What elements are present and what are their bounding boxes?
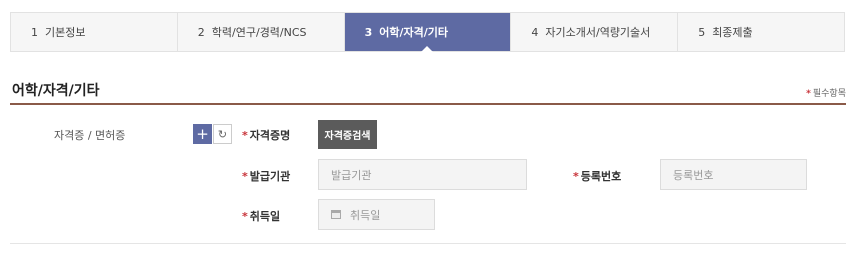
- acquired-date-label: * 취득일: [242, 208, 280, 224]
- issuer-input[interactable]: 발급기관: [318, 159, 527, 190]
- required-star-icon: *: [806, 89, 811, 99]
- step-label: 학력/연구/경력/NCS: [211, 26, 307, 39]
- step-navigation: 1 기본정보 2 학력/연구/경력/NCS 3 어학/자격/기타 4 자기소개서…: [10, 12, 845, 52]
- required-note: * 필수항목: [806, 86, 846, 99]
- step-number: 2: [197, 25, 205, 39]
- step-1[interactable]: 1 기본정보: [11, 13, 178, 51]
- step-number: 5: [698, 25, 706, 39]
- step-label: 자기소개서/역량기술서: [545, 26, 651, 39]
- cert-name-label: * 자격증명: [242, 127, 290, 143]
- reset-row-button[interactable]: ↻: [213, 124, 232, 144]
- refresh-icon: ↻: [217, 127, 228, 141]
- section-title: 어학/자격/기타: [12, 83, 100, 99]
- required-note-text: 필수항목: [812, 89, 846, 99]
- reg-number-input[interactable]: 등록번호: [660, 159, 807, 190]
- cert-row-label: 자격증 / 면허증: [54, 129, 126, 142]
- step-3-active[interactable]: 3 어학/자격/기타: [344, 13, 512, 52]
- required-star-icon: *: [573, 170, 579, 183]
- form-bottom-divider: [10, 243, 846, 244]
- add-row-button[interactable]: +: [193, 124, 212, 144]
- step-label: 기본정보: [45, 26, 86, 39]
- required-star-icon: *: [242, 210, 248, 223]
- cert-name-label-text: 자격증명: [249, 129, 291, 142]
- acquired-date-input[interactable]: 취득일: [318, 199, 435, 230]
- step-5[interactable]: 5 최종제출: [678, 13, 844, 51]
- step-2[interactable]: 2 학력/연구/경력/NCS: [178, 13, 345, 51]
- step-4[interactable]: 4 자기소개서/역량기술서: [511, 13, 679, 51]
- reg-number-label-text: 등록번호: [580, 170, 622, 183]
- calendar-icon: [331, 210, 341, 219]
- issuer-placeholder: 발급기관: [331, 168, 372, 182]
- required-star-icon: *: [242, 170, 248, 183]
- cert-search-button[interactable]: 자격증검색: [318, 120, 377, 149]
- step-number: 3: [364, 25, 373, 39]
- step-label: 최종제출: [712, 26, 753, 39]
- plus-icon: +: [196, 125, 209, 143]
- step-number: 4: [531, 25, 539, 39]
- issuer-label: * 발급기관: [242, 168, 290, 184]
- acquired-date-placeholder: 취득일: [350, 208, 381, 222]
- required-star-icon: *: [242, 129, 248, 142]
- step-number: 1: [31, 25, 38, 39]
- acquired-date-label-text: 취득일: [249, 210, 281, 223]
- section-divider: [10, 103, 846, 105]
- reg-number-label: * 등록번호: [573, 168, 621, 184]
- issuer-label-text: 발급기관: [249, 170, 291, 183]
- reg-number-placeholder: 등록번호: [673, 168, 714, 182]
- step-label: 어학/자격/기타: [379, 26, 449, 39]
